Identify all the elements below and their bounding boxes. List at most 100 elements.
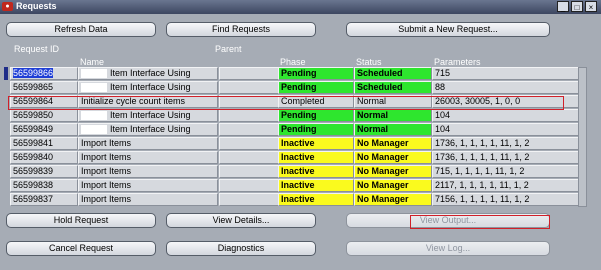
request-id-cell-text: 56599865 bbox=[13, 82, 54, 92]
status-cell[interactable]: No Manager bbox=[354, 137, 432, 150]
parameters-cell[interactable]: 2117, 1, 1, 1, 1, 11, 1, 2 bbox=[432, 179, 580, 192]
parent-cell[interactable] bbox=[219, 137, 285, 150]
find-requests-button[interactable]: Find Requests bbox=[166, 22, 316, 37]
phase-cell-text: Pending bbox=[281, 82, 317, 92]
parameters-cell[interactable]: 104 bbox=[432, 123, 580, 136]
parent-cell[interactable] bbox=[219, 123, 285, 136]
phase-cell[interactable]: Inactive bbox=[278, 179, 354, 192]
name-cell-text: Import Items bbox=[81, 152, 132, 162]
status-cell-text: Scheduled bbox=[357, 68, 403, 78]
oracle-app-icon: ● bbox=[2, 2, 13, 11]
status-cell[interactable]: Scheduled bbox=[354, 81, 432, 94]
parameters-cell[interactable]: 1736, 1, 1, 1, 1, 11, 1, 2 bbox=[432, 137, 580, 150]
table-row[interactable]: 56599838 Import Items Inactive No Manager 21… bbox=[10, 179, 580, 192]
request-id-cell[interactable]: 56599841 bbox=[10, 137, 78, 150]
phase-cell[interactable]: Pending bbox=[278, 123, 354, 136]
status-cell[interactable]: Normal bbox=[354, 123, 432, 136]
parameters-cell[interactable]: 7156, 1, 1, 1, 1, 11, 1, 2 bbox=[432, 193, 580, 206]
name-cell[interactable]: Item Interface Using bbox=[78, 123, 218, 136]
table-row[interactable]: 56599840 Import Items Inactive No Manager 17… bbox=[10, 151, 580, 164]
request-id-cell[interactable]: 56599837 bbox=[10, 193, 78, 206]
parameters-cell[interactable]: 1736, 1, 1, 1, 1, 11, 1, 2 bbox=[432, 151, 580, 164]
name-cell[interactable]: Item Interface Using bbox=[78, 81, 218, 94]
status-cell[interactable]: No Manager bbox=[354, 193, 432, 206]
name-cell[interactable]: Import Items bbox=[78, 137, 218, 150]
diagnostics-button[interactable]: Diagnostics bbox=[166, 241, 316, 256]
parent-cell[interactable] bbox=[219, 179, 285, 192]
phase-cell[interactable]: Inactive bbox=[278, 193, 354, 206]
request-id-cell-text: 56599866 bbox=[13, 68, 54, 78]
redacted-block bbox=[81, 69, 107, 79]
highlight-box-row bbox=[8, 96, 564, 110]
refresh-data-button[interactable]: Refresh Data bbox=[6, 22, 156, 37]
name-cell[interactable]: Import Items bbox=[78, 179, 218, 192]
table-row[interactable]: 56599839 Import Items Inactive No Manager 71… bbox=[10, 165, 580, 178]
status-cell[interactable]: Scheduled bbox=[354, 67, 432, 80]
table-row[interactable]: 56599849 Item Interface Using Pending Norma… bbox=[10, 123, 580, 136]
table-row[interactable]: 56599841 Import Items Inactive No Manager 17… bbox=[10, 137, 580, 150]
column-header-name: Name bbox=[80, 57, 105, 67]
phase-cell[interactable]: Inactive bbox=[278, 165, 354, 178]
parameters-cell[interactable]: 715, 1, 1, 1, 1, 11, 1, 2 bbox=[432, 165, 580, 178]
minimize-icon[interactable]: _ bbox=[557, 1, 569, 12]
submit-new-request-button[interactable]: Submit a New Request... bbox=[346, 22, 550, 37]
phase-cell-text: Inactive bbox=[281, 152, 315, 162]
phase-cell[interactable]: Pending bbox=[278, 67, 354, 80]
parameters-cell-text: 715, 1, 1, 1, 1, 11, 1, 2 bbox=[435, 166, 525, 176]
parameters-cell[interactable]: 715 bbox=[432, 67, 580, 80]
name-cell-text: Item Interface Using bbox=[110, 124, 191, 134]
parameters-cell-text: 1736, 1, 1, 1, 1, 11, 1, 2 bbox=[435, 152, 530, 162]
parameters-cell-text: 104 bbox=[435, 110, 451, 120]
request-id-cell[interactable]: 56599865 bbox=[10, 81, 78, 94]
status-cell-text: No Manager bbox=[357, 166, 409, 176]
table-scrollbar[interactable] bbox=[578, 67, 587, 207]
request-id-cell[interactable]: 56599839 bbox=[10, 165, 78, 178]
view-details-button[interactable]: View Details... bbox=[166, 213, 316, 228]
request-id-cell-text: 56599838 bbox=[13, 180, 54, 190]
request-id-cell[interactable]: 56599840 bbox=[10, 151, 78, 164]
parameters-cell-text: 2117, 1, 1, 1, 1, 11, 1, 2 bbox=[435, 180, 529, 190]
status-cell[interactable]: No Manager bbox=[354, 179, 432, 192]
phase-cell[interactable]: Inactive bbox=[278, 137, 354, 150]
phase-cell[interactable]: Pending bbox=[278, 109, 354, 122]
name-cell[interactable]: Import Items bbox=[78, 193, 218, 206]
column-header-parameters: Parameters bbox=[434, 57, 481, 67]
table-row[interactable]: 56599865 Item Interface Using Pending Sched… bbox=[10, 81, 580, 94]
view-log-button[interactable]: View Log... bbox=[346, 241, 550, 256]
name-cell-text: Import Items bbox=[81, 180, 132, 190]
parent-cell[interactable] bbox=[219, 67, 285, 80]
name-cell[interactable]: Item Interface Using bbox=[78, 67, 218, 80]
parent-cell[interactable] bbox=[219, 151, 285, 164]
table-row[interactable]: 56599866 Item Interface Using Pending Sched… bbox=[4, 67, 580, 80]
cancel-request-button[interactable]: Cancel Request bbox=[6, 241, 156, 256]
phase-cell-text: Inactive bbox=[281, 180, 315, 190]
name-cell[interactable]: Import Items bbox=[78, 151, 218, 164]
status-cell[interactable]: Normal bbox=[354, 109, 432, 122]
parameters-cell[interactable]: 104 bbox=[432, 109, 580, 122]
parent-cell[interactable] bbox=[219, 81, 285, 94]
request-id-cell[interactable]: 56599838 bbox=[10, 179, 78, 192]
current-row-marker bbox=[4, 67, 8, 80]
status-cell-text: Scheduled bbox=[357, 82, 403, 92]
request-id-cell[interactable]: 56599850 bbox=[10, 109, 78, 122]
close-icon[interactable]: × bbox=[585, 1, 597, 12]
name-cell[interactable]: Import Items bbox=[78, 165, 218, 178]
request-id-cell[interactable]: 56599866 bbox=[10, 67, 78, 80]
table-row[interactable]: 56599837 Import Items Inactive No Manager 71… bbox=[10, 193, 580, 206]
redacted-block bbox=[81, 125, 107, 135]
window-title: Requests bbox=[16, 1, 57, 11]
status-cell[interactable]: No Manager bbox=[354, 151, 432, 164]
parent-cell[interactable] bbox=[219, 193, 285, 206]
table-row[interactable]: 56599850 Item Interface Using Pending Norma… bbox=[10, 109, 580, 122]
parent-cell[interactable] bbox=[219, 109, 285, 122]
status-cell[interactable]: No Manager bbox=[354, 165, 432, 178]
parameters-cell[interactable]: 88 bbox=[432, 81, 580, 94]
request-id-cell[interactable]: 56599849 bbox=[10, 123, 78, 136]
phase-cell-text: Pending bbox=[281, 110, 317, 120]
parent-cell[interactable] bbox=[219, 165, 285, 178]
name-cell[interactable]: Item Interface Using bbox=[78, 109, 218, 122]
phase-cell[interactable]: Pending bbox=[278, 81, 354, 94]
hold-request-button[interactable]: Hold Request bbox=[6, 213, 156, 228]
phase-cell[interactable]: Inactive bbox=[278, 151, 354, 164]
maximize-icon[interactable]: □ bbox=[571, 1, 583, 12]
